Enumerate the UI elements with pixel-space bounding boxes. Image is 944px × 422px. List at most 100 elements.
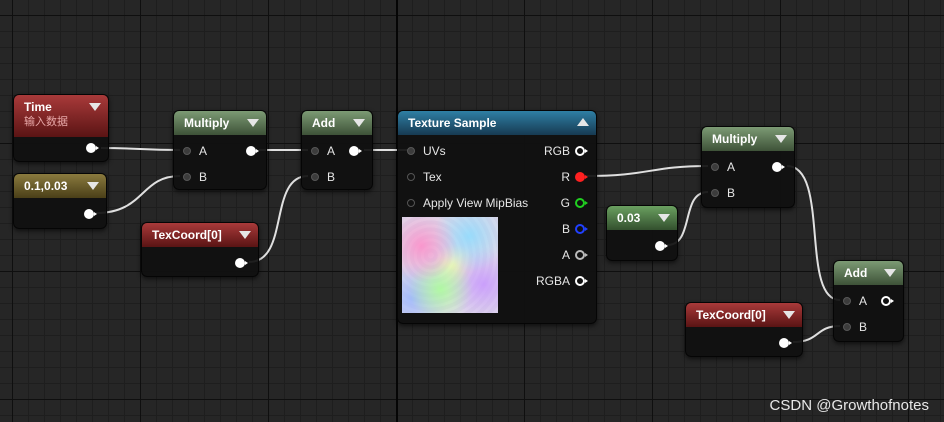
material-graph-canvas[interactable]: Time 输入数据 0.1,0.03 TexCoord[0] Multiply <box>0 0 944 422</box>
texcoord1-node[interactable]: TexCoord[0] <box>141 222 259 277</box>
output-pin-dot <box>772 162 782 172</box>
output-pin-arrow <box>585 279 588 283</box>
texture-output-r-label: R <box>561 170 570 184</box>
texture-output-g[interactable] <box>575 198 588 208</box>
texture-output-rgba[interactable] <box>575 276 588 286</box>
triangle-down-icon[interactable] <box>353 119 365 127</box>
time-node-header[interactable]: Time 输入数据 <box>14 95 108 137</box>
add2-output-pin[interactable] <box>881 296 894 306</box>
texture-output-rgb[interactable] <box>575 146 588 156</box>
add2-node-header[interactable]: Add <box>834 261 903 285</box>
output-pin-dot <box>84 209 94 219</box>
texcoord2-node-title: TexCoord[0] <box>696 308 766 322</box>
add1-node-title: Add <box>312 116 336 130</box>
texture-output-b-label: B <box>561 222 570 236</box>
texture-output-a[interactable] <box>575 250 588 260</box>
output-pin-dot <box>86 143 96 153</box>
output-pin-arrow <box>585 253 588 257</box>
triangle-down-icon[interactable] <box>884 269 896 277</box>
input-pin-dot <box>407 147 415 155</box>
output-pin-arrow <box>245 261 248 265</box>
output-pin-dot <box>575 224 585 234</box>
output-pin-dot <box>349 146 359 156</box>
texture-sample-node[interactable]: Texture Sample UVs Tex Apply View MipBia… <box>397 110 597 324</box>
triangle-down-icon[interactable] <box>247 119 259 127</box>
texture-output-g-label: G <box>560 196 570 210</box>
texture-preview-thumbnail <box>402 217 498 313</box>
constant1-output-pin[interactable] <box>655 241 668 251</box>
input-pin-dot <box>711 189 719 197</box>
triangle-down-icon[interactable] <box>658 214 670 222</box>
texture-sample-node-header[interactable]: Texture Sample <box>398 111 596 135</box>
input-pin-dot <box>843 297 851 305</box>
add1-node[interactable]: Add A B <box>301 110 373 190</box>
multiply1-node-header[interactable]: Multiply <box>174 111 266 135</box>
multiply1-node[interactable]: Multiply A B <box>173 110 267 190</box>
output-pin-dot <box>575 276 585 286</box>
output-pin-arrow <box>789 341 792 345</box>
output-pin-arrow <box>94 212 97 216</box>
pin-label: Tex <box>423 170 442 184</box>
multiply1-node-title: Multiply <box>184 116 230 130</box>
texcoord1-node-header[interactable]: TexCoord[0] <box>142 223 258 247</box>
multiply2-node-header[interactable]: Multiply <box>702 127 794 151</box>
multiply1-output-pin[interactable] <box>246 146 259 156</box>
constant2-node-header[interactable]: 0.1,0.03 <box>14 174 106 198</box>
triangle-down-icon[interactable] <box>775 135 787 143</box>
time-node[interactable]: Time 输入数据 <box>13 94 109 162</box>
pin-label: A <box>327 144 336 158</box>
texcoord2-node-header[interactable]: TexCoord[0] <box>686 303 802 327</box>
constant1-node-header[interactable]: 0.03 <box>607 206 677 230</box>
output-pin-arrow <box>782 165 785 169</box>
multiply2-node-title: Multiply <box>712 132 758 146</box>
texcoord2-node[interactable]: TexCoord[0] <box>685 302 803 357</box>
triangle-up-icon[interactable] <box>577 118 589 126</box>
input-pin-dot <box>183 173 191 181</box>
input-pin-dot <box>183 147 191 155</box>
texture-output-rgb-label: RGB <box>543 144 570 158</box>
output-pin-arrow <box>585 175 588 179</box>
input-pin-dot <box>711 163 719 171</box>
pin-label: A <box>859 294 868 308</box>
time-output-pin[interactable] <box>86 143 99 153</box>
triangle-down-icon[interactable] <box>239 231 251 239</box>
multiply2-output-pin[interactable] <box>772 162 785 172</box>
texcoord2-output-pin[interactable] <box>779 338 792 348</box>
output-pin-dot <box>575 146 585 156</box>
output-pin-dot <box>246 146 256 156</box>
constant1-node-title: 0.03 <box>617 211 641 225</box>
add1-output-pin[interactable] <box>349 146 362 156</box>
output-pin-arrow <box>665 244 668 248</box>
input-pin-dot <box>311 147 319 155</box>
constant2-output-pin[interactable] <box>84 209 97 219</box>
texcoord1-node-title: TexCoord[0] <box>152 228 222 242</box>
output-pin-arrow <box>585 201 588 205</box>
constant1-node[interactable]: 0.03 <box>606 205 678 261</box>
pin-label: B <box>199 170 208 184</box>
texture-output-b[interactable] <box>575 224 588 234</box>
pin-label: A <box>727 160 736 174</box>
add2-node-title: Add <box>844 266 868 280</box>
triangle-down-icon[interactable] <box>783 311 795 319</box>
watermark-text: CSDN @Growthofnotes <box>769 397 929 414</box>
add2-node[interactable]: Add A B <box>833 260 904 342</box>
output-pin-dot <box>881 296 891 306</box>
texture-sample-node-title: Texture Sample <box>408 116 497 130</box>
output-pin-dot <box>575 172 585 182</box>
multiply2-node[interactable]: Multiply A B <box>701 126 795 208</box>
constant2-node[interactable]: 0.1,0.03 <box>13 173 107 229</box>
output-pin-arrow <box>256 149 259 153</box>
texcoord1-output-pin[interactable] <box>235 258 248 268</box>
output-pin-arrow <box>359 149 362 153</box>
texture-output-r[interactable] <box>575 172 588 182</box>
triangle-down-icon[interactable] <box>89 103 101 111</box>
output-pin-dot <box>575 198 585 208</box>
texture-output-rgba-label: RGBA <box>535 274 570 288</box>
add1-node-header[interactable]: Add <box>302 111 372 135</box>
triangle-down-icon[interactable] <box>87 182 99 190</box>
input-pin-dot <box>843 323 851 331</box>
pin-label: B <box>727 186 736 200</box>
input-pin-dot <box>407 173 415 181</box>
output-pin-arrow <box>96 146 99 150</box>
output-pin-dot <box>779 338 789 348</box>
